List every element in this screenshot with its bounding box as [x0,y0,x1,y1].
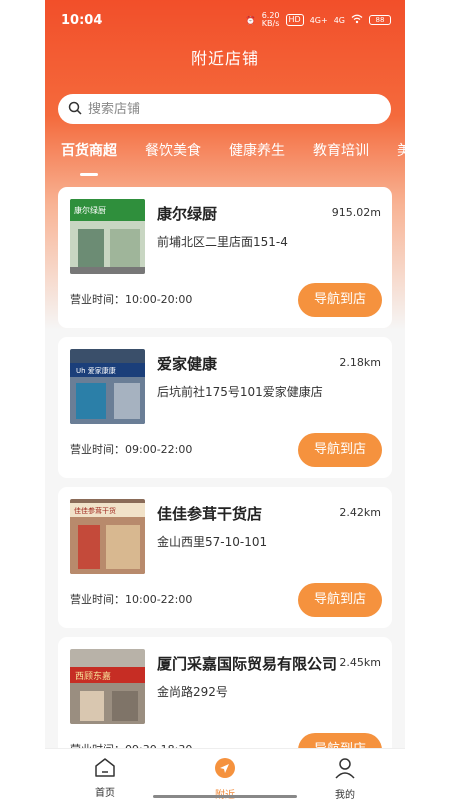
tab-food[interactable]: 餐饮美食 [145,140,201,180]
store-address: 金山西里57-10-101 [157,535,268,549]
wifi-icon [351,14,363,26]
store-hours: 营业时间：10:00-20:00 [70,293,193,306]
tabbar-profile[interactable]: 我的 [285,749,405,800]
store-distance: 2.42km [339,506,381,519]
signal-4g-plus: 4G+ [309,15,328,25]
store-sign-text: 佳佳参茸干货 [74,506,116,515]
home-icon [94,757,116,781]
store-name: 佳佳参茸干货店 [157,505,263,523]
tabbar-home-label: 首页 [95,788,115,799]
signal-4g: 4G [333,15,345,25]
store-list: 康尔绿厨 康尔绿厨 915.02m 前埔北区二里店面151-4 营业时间：10:… [58,187,392,787]
store-photo: 西顾东嘉 [70,649,145,724]
store-distance: 2.45km [339,656,381,669]
tabbar-profile-label: 我的 [335,790,355,800]
store-sign-text: Uh 爱家康康 [76,366,116,375]
store-hours: 营业时间：09:00-22:00 [70,443,193,456]
store-card[interactable]: Uh 爱家康康 爱家健康 2.18km 后坑前社175号101爱家健康店 营业时… [58,337,392,478]
search-icon [68,100,82,119]
tab-education[interactable]: 教育培训 [313,140,369,180]
store-photo: 康尔绿厨 [70,199,145,274]
store-name: 爱家健康 [157,355,218,373]
battery-level: 88 [375,16,385,24]
store-name: 康尔绿厨 [157,205,218,223]
store-distance: 915.02m [331,206,381,219]
navigate-button[interactable]: 导航到店 [298,583,382,617]
store-address: 后坑前社175号101爱家健康店 [157,385,323,399]
store-photo: 佳佳参茸干货 [70,499,145,574]
store-distance: 2.18km [339,356,381,369]
status-time: 10:04 [61,12,103,28]
store-name: 厦门采嘉国际贸易有限公司 [157,655,338,673]
net-speed: 6.20 KB/s [261,11,280,28]
navigate-button[interactable]: 导航到店 [298,283,382,317]
navigate-button[interactable]: 导航到店 [298,433,382,467]
store-sign-text: 康尔绿厨 [74,205,106,215]
tab-beauty[interactable]: 美 [397,140,405,180]
store-photo: Uh 爱家康康 [70,349,145,424]
home-indicator [153,795,297,798]
status-bar: 10:04 ⏰ 6.20 KB/s HD 4G+ 4G 88 [45,0,405,40]
bottom-tab-bar: 首页 附近 我的 [45,748,405,800]
user-icon [334,757,356,783]
store-address: 金尚路292号 [157,685,228,699]
tabbar-home[interactable]: 首页 [45,749,165,800]
search-input[interactable] [88,101,368,117]
alarm-icon: ⏰ [245,15,256,25]
battery-icon: 88 [369,15,391,25]
tab-health[interactable]: 健康养生 [229,140,285,180]
category-tabs: 百货商超 餐饮美食 健康养生 教育培训 美 [61,140,405,180]
compass-icon [214,757,236,783]
phone-screen: 10:04 ⏰ 6.20 KB/s HD 4G+ 4G 88 附近店铺 百货商超… [45,0,405,800]
search-bar[interactable] [58,94,391,124]
store-sign-text: 西顾东嘉 [75,670,111,682]
tab-department-store[interactable]: 百货商超 [61,140,117,180]
page-title: 附近店铺 [190,49,259,68]
status-icons: ⏰ 6.20 KB/s HD 4G+ 4G 88 [246,12,391,28]
store-address: 前埔北区二里店面151-4 [157,235,288,249]
store-hours: 营业时间：10:00-22:00 [70,593,193,606]
tabbar-nearby[interactable]: 附近 [165,749,285,800]
hd-badge: HD [285,14,304,26]
store-card[interactable]: 佳佳参茸干货 佳佳参茸干货店 2.42km 金山西里57-10-101 营业时间… [58,487,392,628]
store-card[interactable]: 康尔绿厨 康尔绿厨 915.02m 前埔北区二里店面151-4 营业时间：10:… [58,187,392,328]
